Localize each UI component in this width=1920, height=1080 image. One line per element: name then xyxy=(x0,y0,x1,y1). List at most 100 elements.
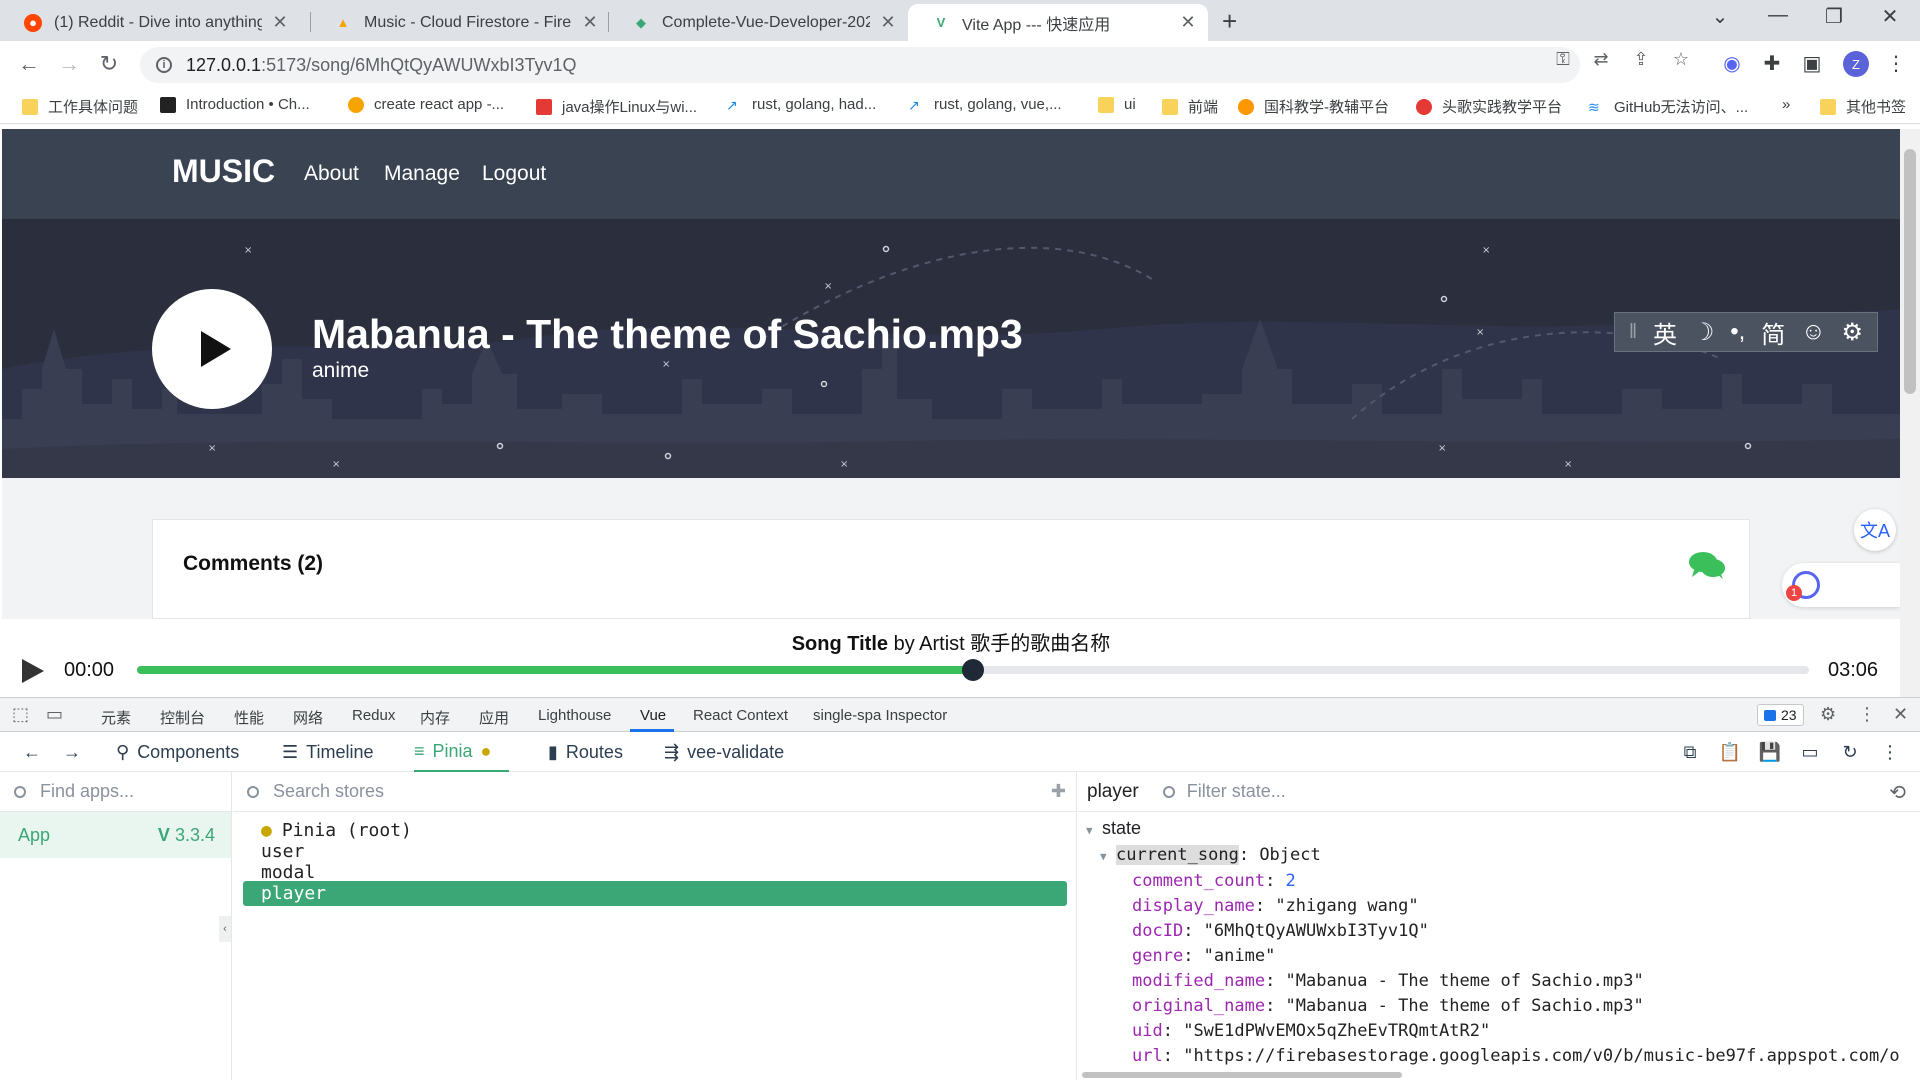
play-song-button[interactable] xyxy=(152,289,272,409)
bookmark-item[interactable]: 其他书签 xyxy=(1820,96,1906,117)
state-field-row[interactable]: url: "https://firebasestorage.googleapis… xyxy=(1086,1044,1900,1069)
bookmark-item[interactable]: ↗ rust, golang, vue,... xyxy=(908,96,1062,113)
vue-tab-pinia[interactable]: ≡ Pinia ● xyxy=(414,732,510,772)
tab-network[interactable]: 网络 xyxy=(293,707,323,728)
close-icon[interactable]: ✕ xyxy=(270,12,290,33)
page-scrollbar[interactable] xyxy=(1900,129,1920,697)
bookmark-item[interactable]: ui xyxy=(1098,96,1136,113)
nav-manage[interactable]: Manage xyxy=(384,162,460,186)
bookmarks-overflow-button[interactable]: » xyxy=(1782,96,1790,113)
bookmark-item[interactable]: create react app -... xyxy=(348,96,504,113)
state-field-row[interactable]: modified_name: "Mabanua - The theme of S… xyxy=(1086,969,1900,994)
bookmark-item[interactable]: ≋ GitHub无法访问、... xyxy=(1588,96,1748,117)
assistant-float-widget[interactable]: 1 xyxy=(1782,563,1900,607)
import-state-icon[interactable]: ▭ xyxy=(1798,742,1822,763)
history-icon[interactable]: ⟲ xyxy=(1889,780,1906,805)
tab-vite-app[interactable]: V Vite App --- 快速应用 ✕ xyxy=(908,4,1208,41)
vue-tab-timeline[interactable]: ☰ Timeline xyxy=(282,732,374,772)
reload-button[interactable]: ↻ xyxy=(94,51,124,77)
menu-icon[interactable]: ⋮ xyxy=(1882,51,1910,76)
ime-drag-handle-icon[interactable]: ‖ xyxy=(1629,321,1637,344)
tab-firestore[interactable]: ▲ Music - Cloud Firestore - Fireb ✕ xyxy=(310,4,610,41)
state-field-row[interactable]: uid: "SwE1dPWvEMOx5qZheEvTRQmtAtR2" xyxy=(1086,1019,1900,1044)
device-toolbar-icon[interactable]: ▭ xyxy=(46,704,63,725)
collapse-pane-button[interactable]: ‹ xyxy=(219,916,231,942)
bookmark-item[interactable]: ↗ rust, golang, had... xyxy=(726,96,876,113)
key-icon[interactable]: ⚿ xyxy=(1550,49,1576,70)
close-window-button[interactable]: ✕ xyxy=(1870,4,1910,29)
tab-reddit[interactable]: ● (1) Reddit - Dive into anything ✕ xyxy=(0,4,300,41)
close-icon[interactable]: ✕ xyxy=(1178,12,1198,33)
vue-tab-vee-validate[interactable]: ⇶ vee-validate xyxy=(664,732,784,772)
bookmark-item[interactable]: 前端 xyxy=(1162,96,1218,117)
extensions-icon[interactable]: ✚ xyxy=(1758,51,1786,76)
ime-moon-icon[interactable]: ☽ xyxy=(1693,318,1715,347)
share-icon[interactable]: ⇪ xyxy=(1628,49,1654,70)
tab-application[interactable]: 应用 xyxy=(479,707,509,728)
vue-tab-components[interactable]: ⚲ Components xyxy=(116,732,239,772)
tab-elements[interactable]: 元素 xyxy=(101,707,131,728)
bookmark-item[interactable]: 头歌实践教学平台 xyxy=(1416,96,1562,117)
address-bar[interactable]: i 127.0.0.1:5173/song/6MhQtQyAWUWxbI3Tyv… xyxy=(140,47,1580,83)
ime-settings-icon[interactable]: ⚙ xyxy=(1841,318,1863,347)
side-panel-icon[interactable]: ▣ xyxy=(1798,51,1826,76)
state-horizontal-scrollbar[interactable] xyxy=(1082,1072,1402,1078)
close-icon[interactable]: ✕ xyxy=(878,12,898,33)
state-field-row[interactable]: display_name: "zhigang wang" xyxy=(1086,894,1900,919)
state-field-row[interactable]: original_name: "Mabanua - The theme of S… xyxy=(1086,994,1900,1019)
state-object-row[interactable]: ▼ current_song: Object xyxy=(1086,843,1900,869)
ime-language-toggle[interactable]: 英 xyxy=(1653,315,1677,350)
issues-counter[interactable]: 23 xyxy=(1757,704,1804,726)
more-icon[interactable]: ⋮ xyxy=(1878,742,1902,763)
tab-memory[interactable]: 内存 xyxy=(420,707,450,728)
history-forward-icon[interactable]: → xyxy=(60,742,84,763)
plugin-icon[interactable]: ✚ xyxy=(1051,781,1066,802)
translate-float-icon[interactable]: 文A xyxy=(1854,509,1896,551)
close-devtools-icon[interactable]: ✕ xyxy=(1893,704,1908,725)
save-state-icon[interactable]: 💾 xyxy=(1758,742,1782,763)
state-field-row[interactable]: genre: "anime" xyxy=(1086,944,1900,969)
bookmark-item[interactable]: 工作具体问题 xyxy=(22,96,138,117)
nav-logout[interactable]: Logout xyxy=(482,162,546,186)
back-button[interactable]: ← xyxy=(14,51,44,77)
paste-state-icon[interactable]: 📋 xyxy=(1718,742,1742,763)
state-field-row[interactable]: comment_count: 2 xyxy=(1086,869,1900,894)
bookmark-item[interactable]: java操作Linux与wi... xyxy=(536,96,697,117)
inspect-element-icon[interactable]: ⬚ xyxy=(12,704,29,725)
profile-avatar[interactable]: Z xyxy=(1843,51,1869,77)
minimize-button[interactable]: — xyxy=(1758,4,1798,27)
ime-emoji-icon[interactable]: ☺ xyxy=(1801,318,1826,346)
bookmark-item[interactable]: 国科教学-教辅平台 xyxy=(1238,96,1389,117)
extension-bot-icon[interactable]: ◉ xyxy=(1718,51,1746,76)
store-item-player[interactable]: player xyxy=(243,881,1067,906)
bookmark-item[interactable]: Introduction • Ch... xyxy=(160,96,310,113)
vue-tab-routes[interactable]: ▮ Routes xyxy=(548,732,623,772)
state-root-row[interactable]: ▼ state xyxy=(1086,816,1900,843)
ime-simplified-toggle[interactable]: 简 xyxy=(1761,315,1785,350)
translate-icon[interactable]: ⇄ xyxy=(1588,49,1614,70)
brand-logo[interactable]: MUSIC xyxy=(172,153,275,190)
tab-console[interactable]: 控制台 xyxy=(160,707,205,728)
more-options-icon[interactable]: ⋮ xyxy=(1858,704,1876,725)
find-apps-search[interactable]: Find apps... xyxy=(0,772,231,812)
maximize-button[interactable]: ❐ xyxy=(1814,4,1854,29)
filter-state-input[interactable]: Filter state... xyxy=(1162,781,1286,802)
player-play-icon[interactable] xyxy=(22,659,44,683)
history-back-icon[interactable]: ← xyxy=(20,742,44,763)
ime-punctuation-icon[interactable]: •, xyxy=(1730,318,1745,346)
tab-complete-vue[interactable]: ◆ Complete-Vue-Developer-202 ✕ xyxy=(608,4,908,41)
app-list-item[interactable]: App V 3.3.4 xyxy=(0,812,231,858)
tab-performance[interactable]: 性能 xyxy=(234,707,264,728)
tab-vue[interactable]: Vue xyxy=(640,707,666,724)
search-stores[interactable]: Search stores ✚ xyxy=(233,772,1076,812)
tab-redux[interactable]: Redux xyxy=(352,707,395,724)
progress-track[interactable] xyxy=(137,659,1809,681)
settings-gear-icon[interactable]: ⚙ xyxy=(1820,704,1836,725)
new-tab-button[interactable]: + xyxy=(1222,6,1237,37)
tab-react-context[interactable]: React Context xyxy=(693,707,788,724)
progress-knob[interactable] xyxy=(962,659,984,681)
site-info-icon[interactable]: i xyxy=(156,57,172,73)
close-icon[interactable]: ✕ xyxy=(580,12,600,33)
tab-search-icon[interactable]: ⌄ xyxy=(1700,4,1740,29)
tab-single-spa-inspector[interactable]: single-spa Inspector xyxy=(813,707,947,724)
